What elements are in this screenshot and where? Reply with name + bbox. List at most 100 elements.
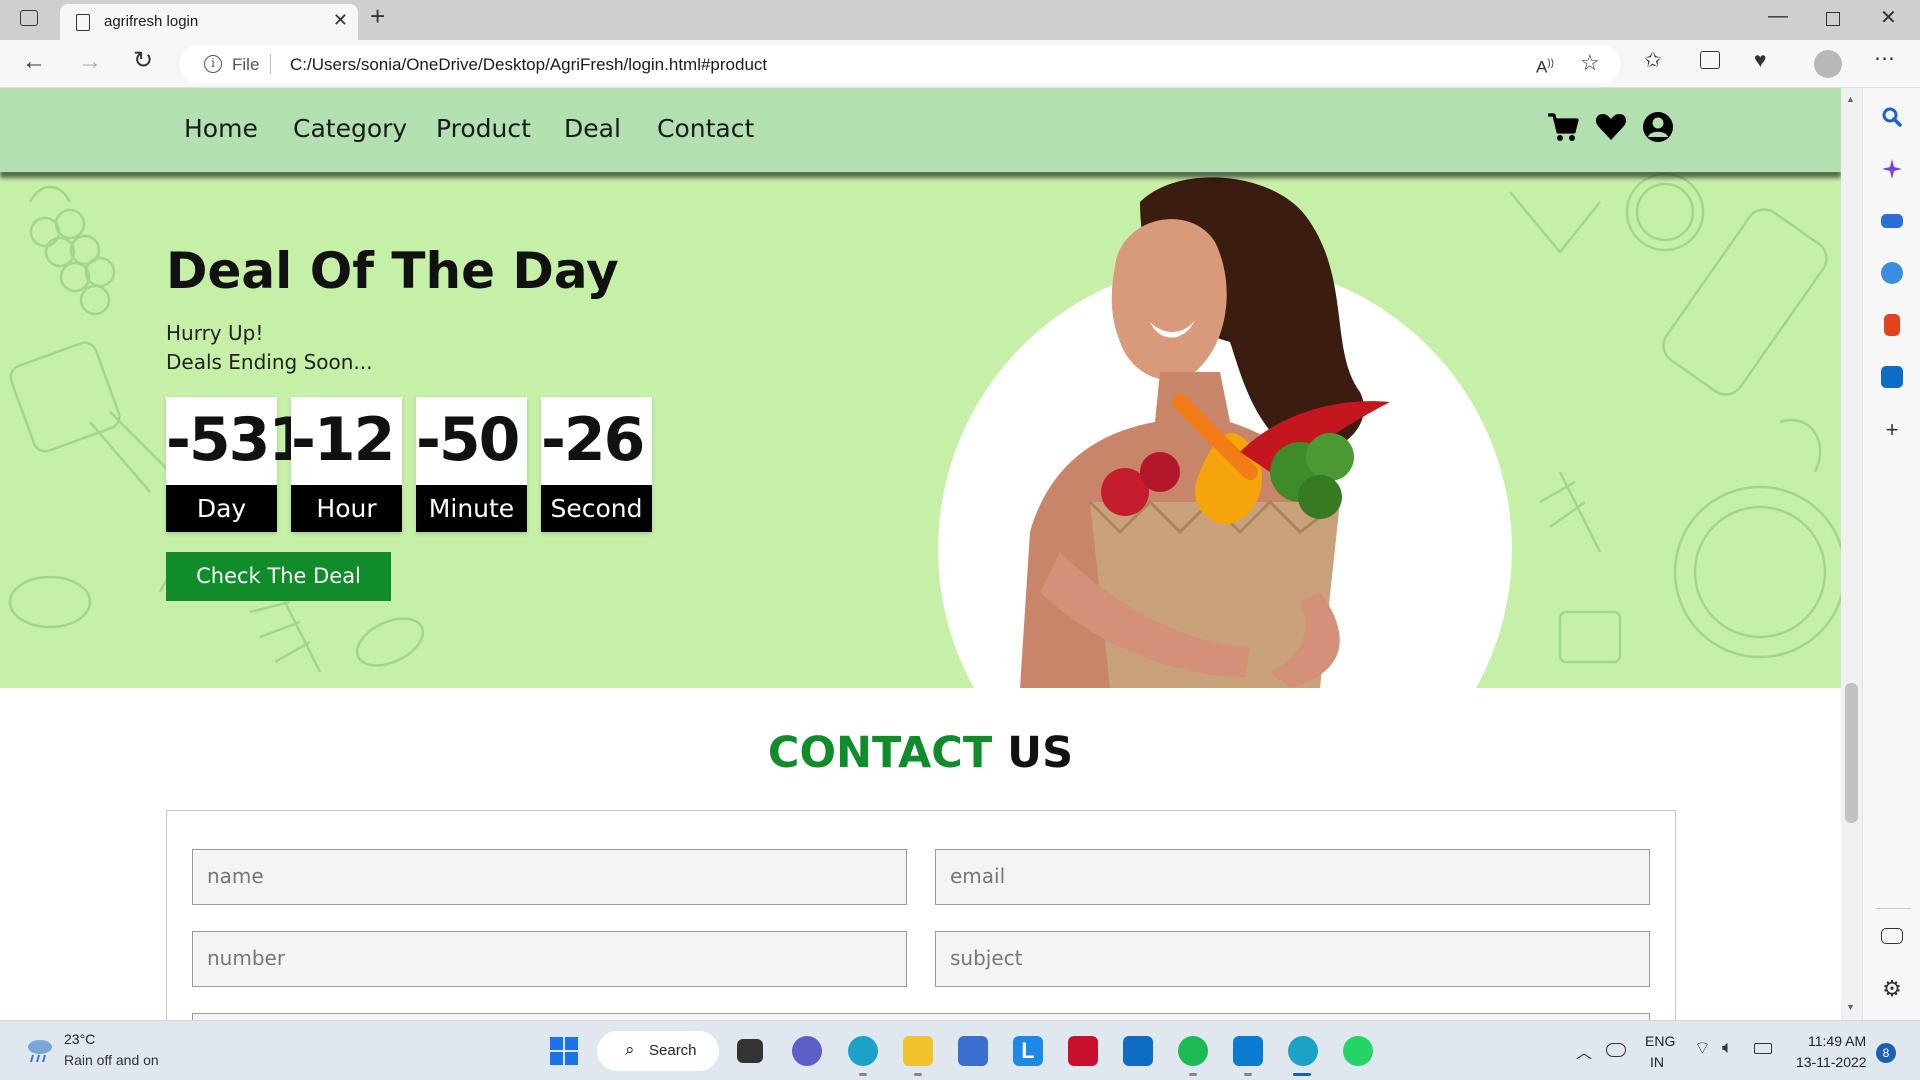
- games-icon[interactable]: [1881, 262, 1903, 284]
- page-viewport: Home Category Product Deal Contact Deal …: [0, 88, 1841, 1020]
- page-icon: [76, 14, 90, 31]
- url-scheme-label: File: [232, 55, 260, 74]
- contact-heading: CONTACT US: [0, 728, 1841, 778]
- close-tab-icon[interactable]: ✕: [333, 10, 348, 31]
- spotify-icon[interactable]: [1178, 1036, 1208, 1066]
- scrollbar-thumb[interactable]: [1845, 683, 1858, 823]
- countdown-days: -531 Day: [166, 397, 310, 532]
- l-app-icon[interactable]: L: [1013, 1036, 1043, 1066]
- copilot-icon[interactable]: [1881, 158, 1903, 180]
- countdown-days-value: -531: [166, 405, 310, 475]
- settings-icon[interactable]: ⚙: [1881, 978, 1903, 1000]
- outlook-app-icon[interactable]: [1123, 1036, 1153, 1066]
- show-hidden-icons-icon[interactable]: ︿: [1576, 1039, 1592, 1063]
- countdown-minutes-value: -50: [416, 405, 520, 475]
- user-icon[interactable]: [1641, 110, 1675, 144]
- nav-product[interactable]: Product: [436, 114, 531, 143]
- task-view-icon[interactable]: [737, 1039, 763, 1063]
- collections-icon[interactable]: [1700, 51, 1720, 69]
- weather-rain-icon[interactable]: [24, 1035, 56, 1067]
- weather-description[interactable]: Rain off and on: [64, 1052, 159, 1068]
- email-input[interactable]: email: [935, 849, 1650, 905]
- site-header: Home Category Product Deal Contact: [0, 88, 1841, 172]
- forward-icon[interactable]: →: [78, 50, 102, 74]
- clock-date[interactable]: 13-11-2022: [1796, 1054, 1867, 1070]
- battery-icon[interactable]: [1754, 1043, 1772, 1054]
- sidebar-divider: [1875, 908, 1911, 909]
- scroll-up-icon[interactable]: ▲: [1846, 94, 1855, 104]
- name-input[interactable]: name: [192, 849, 907, 905]
- add-sidebar-app-icon[interactable]: +: [1881, 419, 1903, 442]
- volume-icon[interactable]: 🔈︎: [1722, 1037, 1733, 1058]
- tools-icon[interactable]: [1881, 214, 1903, 228]
- cart-icon[interactable]: [1546, 110, 1580, 144]
- countdown-minutes: -50 Minute: [416, 397, 527, 532]
- edge-active-indicator: [1293, 1073, 1311, 1076]
- info-icon[interactable]: i: [204, 55, 222, 73]
- search-icon: ⌕: [625, 1040, 635, 1059]
- message-textarea[interactable]: [192, 1013, 1650, 1020]
- mcafee-icon[interactable]: [1068, 1036, 1098, 1066]
- windows-start-icon[interactable]: [549, 1036, 579, 1066]
- explorer-running-indicator: [914, 1073, 922, 1076]
- weather-temperature[interactable]: 23°C: [64, 1031, 95, 1047]
- vscode-icon[interactable]: [1233, 1036, 1263, 1066]
- refresh-icon[interactable]: ↻: [133, 49, 153, 73]
- countdown-hours-label: Hour: [291, 485, 402, 532]
- countdown-hours-value: -12: [291, 405, 395, 475]
- more-options-icon[interactable]: ⋯: [1874, 47, 1895, 71]
- whatsapp-icon[interactable]: [1343, 1036, 1373, 1066]
- subject-input[interactable]: subject: [935, 931, 1650, 987]
- contact-form: name email number subject: [166, 810, 1676, 1020]
- tab-title: agrifresh login: [104, 13, 199, 30]
- search-icon[interactable]: [1881, 106, 1903, 128]
- countdown-seconds: -26 Second: [541, 397, 652, 532]
- deal-section: Deal Of The Day Hurry Up! Deals Ending S…: [0, 172, 1841, 688]
- contact-heading-part2: US: [1007, 728, 1074, 778]
- deal-subtitle-1: Hurry Up!: [166, 321, 264, 345]
- office-icon[interactable]: [1884, 314, 1900, 336]
- notification-badge[interactable]: 8: [1876, 1043, 1896, 1063]
- wifi-icon[interactable]: ⌔: [1694, 1037, 1711, 1060]
- new-tab-icon[interactable]: +: [370, 3, 385, 29]
- edge-active-icon[interactable]: [1288, 1036, 1318, 1066]
- favorites-icon[interactable]: ✩: [1644, 49, 1662, 73]
- close-window-icon[interactable]: ✕: [1880, 8, 1897, 28]
- url-input[interactable]: i File C:/Users/sonia/OneDrive/Desktop/A…: [180, 45, 1620, 83]
- edge-icon[interactable]: [848, 1036, 878, 1066]
- taskbar-search-label: Search: [649, 1042, 697, 1059]
- taskbar-search[interactable]: ⌕ Search: [597, 1031, 719, 1071]
- store-icon[interactable]: [958, 1036, 988, 1066]
- outlook-icon[interactable]: [1881, 366, 1903, 388]
- clock-time[interactable]: 11:49 AM: [1808, 1033, 1866, 1049]
- page-scrollbar[interactable]: ▲ ▼: [1841, 88, 1862, 1020]
- scroll-down-icon[interactable]: ▼: [1846, 1002, 1855, 1012]
- language-indicator[interactable]: ENG: [1645, 1033, 1675, 1049]
- file-explorer-icon[interactable]: [903, 1036, 933, 1066]
- hide-sidebar-icon[interactable]: [1881, 928, 1903, 944]
- browser-essentials-icon[interactable]: ♥: [1754, 49, 1766, 73]
- vscode-running-indicator: [1244, 1073, 1252, 1076]
- number-input[interactable]: number: [192, 931, 907, 987]
- region-indicator[interactable]: IN: [1650, 1054, 1664, 1070]
- nav-category[interactable]: Category: [293, 114, 407, 143]
- add-favorite-icon[interactable]: ☆: [1580, 52, 1600, 74]
- tab-bar: agrifresh login ✕ + — ✕: [0, 0, 1920, 40]
- edge-sidebar: + ⚙: [1862, 88, 1920, 1020]
- check-deal-button[interactable]: Check The Deal: [166, 552, 391, 601]
- heart-icon[interactable]: [1594, 110, 1628, 144]
- url-text[interactable]: C:/Users/sonia/OneDrive/Desktop/AgriFres…: [290, 55, 767, 75]
- nav-deal[interactable]: Deal: [564, 114, 621, 143]
- url-separator: [270, 54, 271, 74]
- back-icon[interactable]: ←: [22, 50, 46, 74]
- nav-contact[interactable]: Contact: [657, 114, 754, 143]
- browser-tab[interactable]: agrifresh login ✕: [60, 4, 358, 40]
- tab-actions-icon[interactable]: [20, 10, 38, 26]
- minimize-icon[interactable]: —: [1768, 6, 1788, 26]
- profile-avatar[interactable]: [1814, 50, 1842, 78]
- teams-chat-icon[interactable]: [792, 1036, 822, 1066]
- nav-home[interactable]: Home: [184, 114, 258, 143]
- read-aloud-icon[interactable]: A)): [1536, 54, 1554, 78]
- onedrive-icon[interactable]: [1606, 1043, 1626, 1057]
- maximize-icon[interactable]: [1826, 12, 1840, 26]
